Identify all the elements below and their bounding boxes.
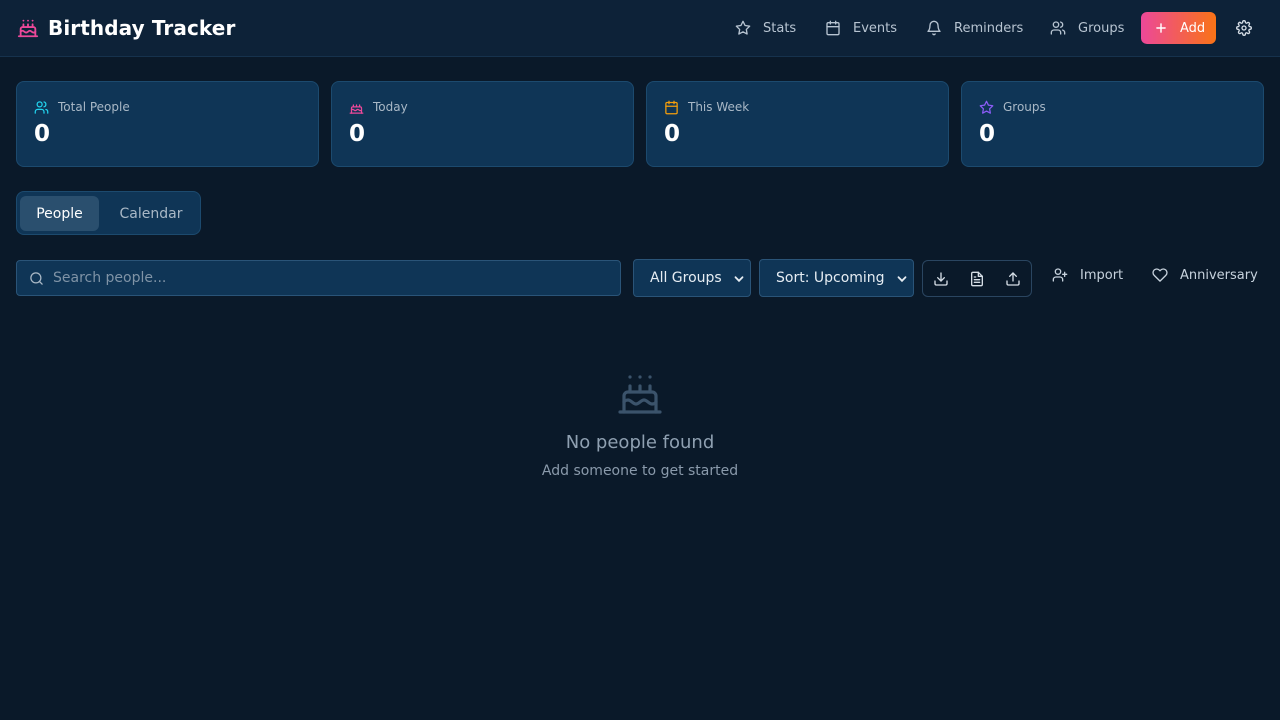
stat-value: 0 <box>349 121 366 147</box>
add-button-label: Add <box>1180 20 1206 36</box>
nav-events-label: Events <box>853 20 898 36</box>
stat-card-total-people: Total People 0 <box>16 81 319 167</box>
users-icon <box>1050 20 1066 36</box>
nav-stats-label: Stats <box>763 20 797 36</box>
user-plus-icon <box>1052 267 1068 283</box>
brand: Birthday Tracker <box>17 16 235 40</box>
nav-events[interactable]: Events <box>825 17 897 39</box>
add-button[interactable]: Add <box>1141 12 1216 44</box>
stat-label: Today <box>373 100 408 114</box>
stat-label: This Week <box>688 100 750 114</box>
star-icon <box>979 100 994 115</box>
export-actions <box>922 260 1032 297</box>
import-button-label: Import <box>1080 267 1124 283</box>
search-input[interactable] <box>53 261 613 295</box>
chevron-down-icon <box>734 274 744 284</box>
empty-state-title: No people found <box>565 432 715 453</box>
nav-groups[interactable]: Groups <box>1050 17 1124 39</box>
heart-icon <box>1152 267 1168 283</box>
anniversary-button[interactable]: Anniversary <box>1152 266 1258 284</box>
upload-icon[interactable] <box>1005 271 1021 287</box>
stat-card-groups: Groups 0 <box>961 81 1264 167</box>
stat-card-today: Today 0 <box>331 81 634 167</box>
sort-select[interactable]: Sort: Upcoming <box>759 259 914 297</box>
file-text-icon[interactable] <box>969 271 985 287</box>
group-filter-select[interactable]: All Groups <box>633 259 751 297</box>
calendar-icon <box>825 20 841 36</box>
group-filter-value: All Groups <box>650 270 722 286</box>
stat-value: 0 <box>979 121 996 147</box>
nav-reminders-label: Reminders <box>954 20 1024 36</box>
search-box <box>16 260 621 296</box>
sort-value: Sort: Upcoming <box>776 270 885 286</box>
app-title: Birthday Tracker <box>48 16 236 40</box>
gear-icon[interactable] <box>1236 20 1252 36</box>
tab-people[interactable]: People <box>20 196 99 231</box>
nav-groups-label: Groups <box>1078 20 1125 36</box>
top-bar: Birthday Tracker Stats Events Reminders … <box>0 0 1280 57</box>
cake-icon <box>349 100 364 115</box>
cake-icon <box>616 372 664 414</box>
users-icon <box>34 100 49 115</box>
calendar-icon <box>664 100 679 115</box>
plus-icon <box>1154 21 1168 35</box>
tab-calendar[interactable]: Calendar <box>105 196 197 231</box>
chevron-down-icon <box>897 274 907 284</box>
nav-reminders[interactable]: Reminders <box>926 17 1023 39</box>
download-icon[interactable] <box>933 271 949 287</box>
import-button[interactable]: Import <box>1052 266 1123 284</box>
bell-icon <box>926 20 942 36</box>
star-icon <box>735 20 751 36</box>
empty-state-subtitle: Add someone to get started <box>541 463 739 479</box>
stat-label: Total People <box>58 100 130 114</box>
anniversary-button-label: Anniversary <box>1180 267 1258 283</box>
stat-value: 0 <box>664 121 681 147</box>
stat-value: 0 <box>34 121 51 147</box>
stat-label: Groups <box>1003 100 1046 114</box>
search-icon <box>29 271 44 286</box>
nav-stats[interactable]: Stats <box>735 17 796 39</box>
cake-icon <box>17 17 39 39</box>
view-tabs: People Calendar <box>16 191 201 235</box>
stat-card-this-week: This Week 0 <box>646 81 949 167</box>
